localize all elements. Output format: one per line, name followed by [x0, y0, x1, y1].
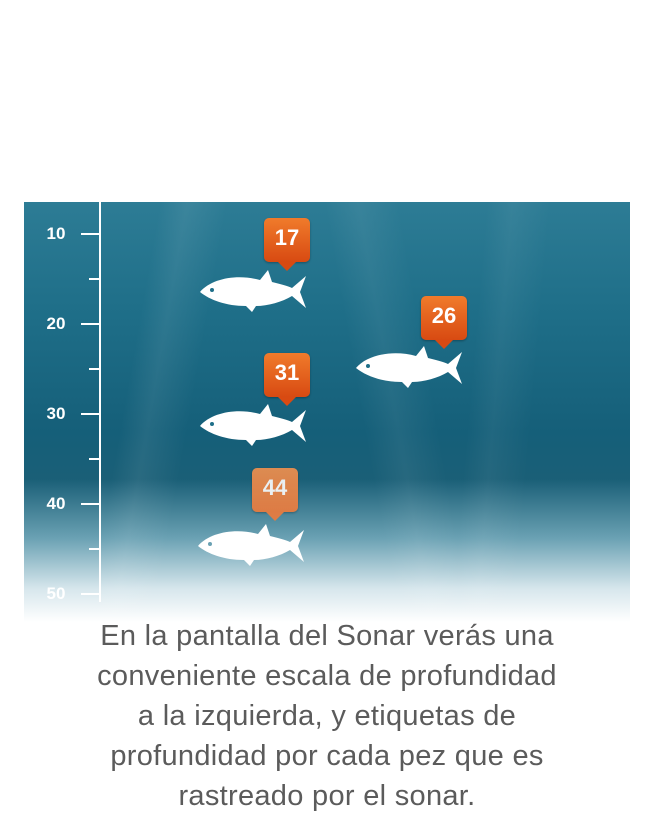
depth-tick-major	[81, 413, 99, 415]
caption-line: profundidad por cada pez que es	[110, 740, 544, 772]
depth-tick-major	[81, 503, 99, 505]
depth-label: 30	[46, 404, 66, 423]
depth-tick-major	[81, 233, 99, 235]
depth-label: 10	[46, 224, 66, 243]
depth-badge: 17	[264, 218, 310, 271]
depth-axis-line	[99, 202, 101, 602]
depth-tick-minor	[89, 368, 99, 370]
fish-icon	[198, 524, 304, 566]
fish-icon	[200, 270, 306, 312]
depth-badge: 44	[252, 468, 298, 521]
caption-line: En la pantalla del Sonar verás una	[100, 620, 554, 652]
depth-label: 20	[46, 314, 66, 333]
caption-line: a la izquierda, y etiquetas de	[137, 700, 517, 732]
depth-tick-minor	[89, 458, 99, 460]
light-rays	[24, 202, 630, 622]
depth-tick-minor	[89, 278, 99, 280]
caption-line: conveniente escala de profundidad	[97, 660, 557, 692]
depth-label: 40	[46, 494, 66, 513]
depth-tick-minor	[89, 548, 99, 550]
depth-badge: 26	[421, 296, 467, 349]
fish-icon	[200, 404, 306, 446]
depth-badge: 31	[264, 353, 310, 406]
depth-tick-major	[81, 593, 99, 595]
fish-icon	[356, 346, 462, 388]
caption-line: rastreado por el sonar.	[178, 780, 476, 812]
sonar-display: 10 20 30 40 50 17 26 31 44	[24, 202, 630, 622]
caption: En la pantalla del Sonar verás una conve…	[0, 616, 654, 816]
depth-label: 50	[46, 584, 66, 603]
depth-tick-major	[81, 323, 99, 325]
